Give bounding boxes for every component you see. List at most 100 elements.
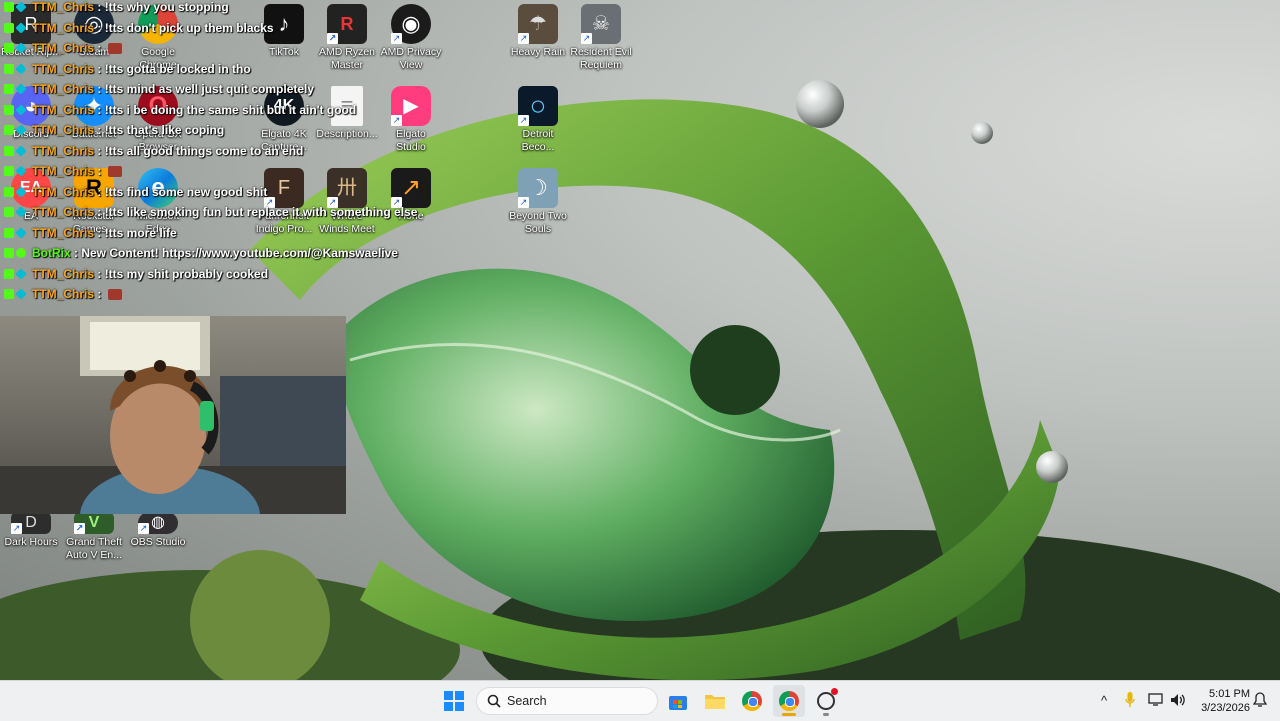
tray-notifications[interactable] (1250, 689, 1270, 711)
store-icon (669, 696, 687, 710)
diamond-badge-icon (15, 62, 27, 75)
tray-microphone[interactable] (1120, 689, 1140, 711)
kick-badge-icon (4, 145, 14, 156)
dark-hours-icon: D ↗ (11, 512, 51, 534)
chat-separator: : (94, 0, 105, 14)
chat-text: !tts why you stopping (104, 0, 229, 14)
desktop-icon-amd-privacy-view[interactable]: ◉ ↗ AMD Privacy View (380, 4, 442, 72)
kick-badge-icon (4, 22, 14, 33)
chat-username: TTM_Chris (32, 266, 95, 281)
tray-overflow-chevron[interactable]: ^ (1094, 689, 1114, 711)
desktop-icon-label: OBS Studio (130, 536, 186, 548)
diamond-badge-icon (15, 206, 27, 218)
chat-message: TTM_Chris : !tts don't pick up them blac… (4, 18, 274, 38)
kick-badge-icon (4, 84, 14, 94)
chat-message: TTM_Chris : !tts gotta be locked in tho (4, 59, 251, 79)
chat-message: TTM_Chris : !tts mind as well just quit … (4, 79, 314, 99)
start-button[interactable] (438, 685, 470, 717)
desktop-icon-obs-studio[interactable]: ◍ ↗ OBS Studio (127, 512, 189, 549)
desktop-icon-beyond-two-souls[interactable]: ☽ ↗ Beyond Two Souls (507, 168, 569, 236)
diamond-badge-icon (15, 83, 27, 95)
gta-v-icon: V ↗ (74, 512, 114, 534)
desktop-icon-gta-v[interactable]: V ↗ Grand Theft Auto V En... (63, 512, 125, 562)
folder-icon (705, 695, 725, 709)
chat-separator: : (70, 246, 82, 260)
chat-username: TTM_Chris (32, 82, 95, 96)
chat-text: !tts gotta be locked in tho (104, 61, 251, 76)
desktop-icon-label: Beyond Two Souls (509, 210, 567, 235)
chrome-icon (742, 691, 762, 711)
kick-badge-icon (4, 2, 14, 12)
kick-badge-icon (4, 268, 14, 279)
taskbar: Search ^ 5:01 PM 3/23/2026 (0, 680, 1280, 721)
clock-time: 5:01 PM (1209, 688, 1250, 700)
chat-separator: : (94, 184, 105, 199)
taskbar-file-explorer-app[interactable] (699, 685, 731, 717)
chat-separator: : (94, 61, 105, 76)
active-app-indicator (782, 713, 796, 716)
tray-network[interactable] (1146, 689, 1166, 711)
desktop-icon-label: Dark Hours (4, 536, 58, 548)
diamond-badge-icon (16, 248, 26, 258)
desktop-icon-heavy-rain[interactable]: ☂ ↗ Heavy Rain (507, 4, 569, 59)
search-icon (487, 694, 501, 708)
notification-bell-icon (1253, 692, 1267, 707)
chat-message: TTM_Chris : (4, 161, 122, 181)
taskbar-search-box[interactable]: Search (476, 687, 658, 715)
network-icon (1148, 693, 1163, 706)
taskbar-chrome-app[interactable] (736, 685, 768, 717)
obs-icon: ◍ ↗ (138, 512, 178, 534)
chat-message: TTM_Chris : !tts all good things come to… (4, 141, 303, 161)
chat-message: TTM_Chris : (4, 38, 122, 58)
chat-message: TTM_Chris : !tts find some new good shit (4, 182, 267, 202)
chat-username: TTM_Chris (32, 41, 95, 55)
chat-username: TTM_Chris (32, 164, 95, 178)
obs-icon (817, 688, 838, 710)
chat-separator: : (94, 123, 105, 137)
taskbar-clock[interactable]: 5:01 PM 3/23/2026 (1190, 687, 1250, 715)
desktop-icon-dark-hours[interactable]: D ↗ Dark Hours (0, 512, 62, 549)
chat-message: TTM_Chris : !tts like smoking fun but re… (4, 202, 417, 222)
windows-logo-icon (444, 691, 464, 711)
chat-emote-icon (107, 288, 122, 300)
diamond-badge-icon (15, 21, 27, 34)
chat-username: TTM_Chris (32, 287, 95, 301)
chevron-up-icon: ^ (1100, 692, 1108, 708)
kick-badge-icon (4, 227, 14, 238)
chat-text: !tts my shit probably cooked (104, 266, 269, 281)
chat-message: TTM_Chris : !tts that's like coping (4, 120, 224, 140)
desktop-icon-label: Resident Evil Requiem (570, 46, 632, 71)
webcam-feed (0, 316, 346, 514)
chat-text: !tts mind as well just quit completely (104, 82, 315, 96)
chat-username: BotRix (32, 246, 71, 260)
kick-badge-icon (4, 63, 14, 74)
diamond-badge-icon (15, 42, 27, 54)
desktop-icon-elgato-studio[interactable]: ▶ ↗ Elgato Studio (380, 86, 442, 154)
desktop-icon-label: AMD Ryzen Master (318, 46, 375, 71)
tray-volume[interactable] (1168, 689, 1188, 711)
chrome-profile-icon (779, 691, 799, 711)
detroit-icon: ○ ↗ (518, 86, 558, 126)
desktop-icon-label: Detroit Beco... (521, 128, 555, 153)
chat-text: !tts that's like coping (104, 123, 225, 137)
diamond-badge-icon (15, 226, 27, 239)
chat-message: TTM_Chris : !tts i be doing the same shi… (4, 100, 356, 120)
chat-text: New Content! https://www.youtube.com/@Ka… (81, 246, 398, 260)
taskbar-chrome-profile-app[interactable] (773, 685, 805, 717)
kick-badge-icon (4, 43, 14, 53)
chat-message: TTM_Chris : !tts why you stopping (4, 0, 229, 17)
search-label: Search (507, 694, 547, 708)
chat-text: !tts like smoking fun but replace it wit… (104, 205, 418, 219)
amd-ryzen-icon: R ↗ (327, 4, 367, 44)
taskbar-store-app[interactable] (662, 685, 694, 717)
taskbar-obs-app[interactable] (810, 685, 842, 717)
desktop-icon-detroit[interactable]: ○ ↗ Detroit Beco... (507, 86, 569, 154)
desktop-icon-amd-ryzen-master[interactable]: R ↗ AMD Ryzen Master (316, 4, 378, 72)
diamond-badge-icon (15, 144, 27, 157)
desktop-icon-resident-evil-requiem[interactable]: ☠ ↗ Resident Evil Requiem (570, 4, 632, 72)
desktop-icon-label: Description... (316, 128, 378, 140)
diamond-badge-icon (15, 1, 27, 13)
chat-username: TTM_Chris (32, 102, 95, 117)
desktop-icon-label: TikTok (269, 46, 299, 58)
diamond-badge-icon (15, 103, 27, 116)
